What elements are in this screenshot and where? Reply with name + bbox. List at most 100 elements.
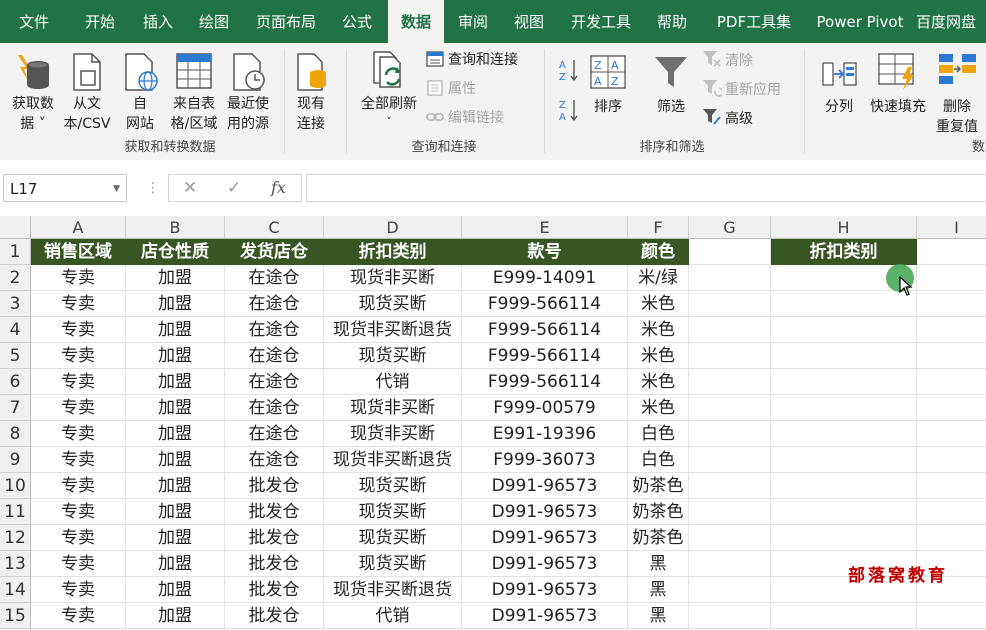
table-cell[interactable]: 在途仓	[225, 395, 324, 421]
table-cell[interactable]: 现货非买断退货	[324, 317, 462, 343]
table-cell[interactable]: D991-96573	[462, 603, 628, 629]
tab-power-pivot[interactable]: Power Pivot	[808, 0, 912, 43]
get-data-button[interactable]: 获取数 据 ˅	[2, 47, 64, 133]
empty-cell[interactable]	[689, 343, 771, 369]
table-cell[interactable]: 在途仓	[225, 369, 324, 395]
column-header-d[interactable]: D	[324, 216, 462, 239]
table-cell[interactable]: 加盟	[126, 421, 225, 447]
filter-button[interactable]: 筛选	[648, 47, 694, 133]
table-cell[interactable]: 代销	[324, 369, 462, 395]
empty-cell[interactable]	[771, 447, 917, 473]
table-cell[interactable]: 黑	[628, 551, 689, 577]
select-all-corner[interactable]	[0, 216, 31, 239]
table-cell[interactable]: 现货买断	[324, 291, 462, 317]
tab-review[interactable]: 审阅	[446, 0, 500, 43]
table-cell[interactable]: 现货非买断	[324, 395, 462, 421]
empty-cell[interactable]	[917, 525, 986, 551]
table-cell[interactable]: 专卖	[31, 499, 126, 525]
table-cell[interactable]: 加盟	[126, 525, 225, 551]
column-header-a[interactable]: A	[31, 216, 126, 239]
from-web-button[interactable]: 自 网站	[116, 47, 164, 133]
empty-cell[interactable]	[689, 369, 771, 395]
empty-cell[interactable]	[771, 291, 917, 317]
tab-help[interactable]: 帮助	[644, 0, 700, 43]
empty-cell[interactable]	[689, 577, 771, 603]
empty-cell[interactable]	[917, 239, 986, 265]
sort-button[interactable]: Z A A Z 排序	[586, 47, 630, 133]
tab-formulas[interactable]: 公式	[328, 0, 386, 43]
empty-cell[interactable]	[689, 421, 771, 447]
cancel-icon[interactable]: ✕	[183, 178, 197, 198]
empty-cell[interactable]	[771, 603, 917, 629]
table-cell[interactable]: 专卖	[31, 421, 126, 447]
table-cell[interactable]: 现货非买断	[324, 421, 462, 447]
empty-cell[interactable]	[771, 421, 917, 447]
table-cell[interactable]: E999-14091	[462, 265, 628, 291]
empty-cell[interactable]	[917, 317, 986, 343]
row-header[interactable]: 8	[0, 421, 31, 447]
table-cell[interactable]: 在途仓	[225, 343, 324, 369]
row-header[interactable]: 10	[0, 473, 31, 499]
table-cell[interactable]: F999-566114	[462, 369, 628, 395]
sort-ascending-button[interactable]: A Z	[558, 57, 580, 86]
table-cell[interactable]: 现货买断	[324, 343, 462, 369]
table-cell[interactable]: 批发仓	[225, 577, 324, 603]
empty-cell[interactable]	[689, 499, 771, 525]
table-cell[interactable]: 加盟	[126, 447, 225, 473]
table-cell[interactable]: 奶茶色	[628, 525, 689, 551]
properties-button[interactable]: 属性	[426, 79, 476, 99]
empty-cell[interactable]	[917, 369, 986, 395]
row-header[interactable]: 6	[0, 369, 31, 395]
criteria-header-cell[interactable]: 折扣类别	[771, 239, 917, 265]
tab-draw[interactable]: 绘图	[186, 0, 242, 43]
table-cell[interactable]: 加盟	[126, 473, 225, 499]
insert-function-icon[interactable]: fx	[271, 178, 286, 197]
empty-cell[interactable]	[917, 291, 986, 317]
from-text-csv-button[interactable]: 从文 本/CSV	[60, 47, 114, 133]
table-cell[interactable]: 现货买断	[324, 551, 462, 577]
table-cell[interactable]: 加盟	[126, 265, 225, 291]
empty-cell[interactable]	[771, 317, 917, 343]
tab-home[interactable]: 开始	[72, 0, 128, 43]
table-cell[interactable]: D991-96573	[462, 577, 628, 603]
empty-cell[interactable]	[689, 551, 771, 577]
tab-developer[interactable]: 开发工具	[560, 0, 642, 43]
table-cell[interactable]: 加盟	[126, 343, 225, 369]
table-cell[interactable]: 在途仓	[225, 291, 324, 317]
tab-data[interactable]: 数据	[388, 0, 444, 45]
table-cell[interactable]: 米色	[628, 369, 689, 395]
empty-cell[interactable]	[771, 343, 917, 369]
table-cell[interactable]: 专卖	[31, 265, 126, 291]
table-cell[interactable]: 专卖	[31, 447, 126, 473]
empty-cell[interactable]	[771, 499, 917, 525]
name-box[interactable]: L17 ▼	[3, 174, 127, 202]
row-header[interactable]: 15	[0, 603, 31, 629]
table-cell[interactable]: 加盟	[126, 369, 225, 395]
table-cell[interactable]: 奶茶色	[628, 473, 689, 499]
table-cell[interactable]: F999-566114	[462, 343, 628, 369]
table-cell[interactable]: 专卖	[31, 395, 126, 421]
row-header[interactable]: 9	[0, 447, 31, 473]
table-cell[interactable]: 米色	[628, 395, 689, 421]
table-cell[interactable]: D991-96573	[462, 525, 628, 551]
flash-fill-button[interactable]: 快速填充	[864, 47, 932, 133]
table-cell[interactable]: 加盟	[126, 577, 225, 603]
empty-cell[interactable]	[689, 291, 771, 317]
table-header-cell[interactable]: 折扣类别	[324, 239, 462, 265]
empty-cell[interactable]	[917, 421, 986, 447]
remove-duplicates-button[interactable]: 删除 重复值	[930, 47, 984, 135]
empty-cell[interactable]	[689, 395, 771, 421]
empty-cell[interactable]	[917, 447, 986, 473]
row-header[interactable]: 13	[0, 551, 31, 577]
empty-cell[interactable]	[771, 473, 917, 499]
table-cell[interactable]: 专卖	[31, 473, 126, 499]
empty-cell[interactable]	[689, 265, 771, 291]
column-header-i[interactable]: I	[917, 216, 986, 239]
table-cell[interactable]: 批发仓	[225, 603, 324, 629]
text-to-columns-button[interactable]: 分列	[814, 47, 864, 133]
table-cell[interactable]: 专卖	[31, 291, 126, 317]
table-cell[interactable]: 在途仓	[225, 317, 324, 343]
row-header[interactable]: 4	[0, 317, 31, 343]
table-cell[interactable]: 黑	[628, 603, 689, 629]
empty-cell[interactable]	[771, 525, 917, 551]
